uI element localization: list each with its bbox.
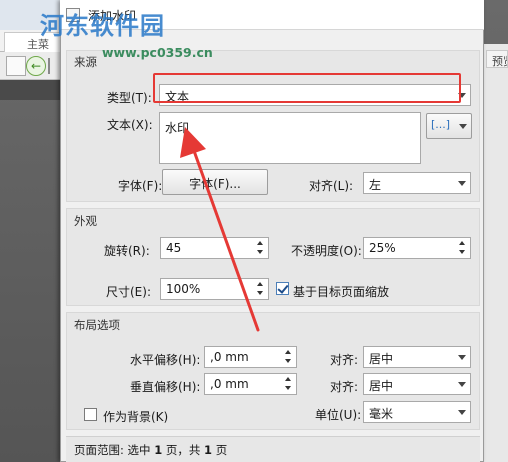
site-watermark-url: www.pc0359.cn: [102, 45, 213, 60]
site-watermark: 河东软件园 www.pc0359.cn: [40, 6, 213, 66]
site-watermark-name: 河东软件园: [40, 12, 165, 40]
arrow-head: [180, 127, 206, 158]
annotation-arrow: [180, 127, 260, 332]
arrow-shaft: [191, 146, 260, 332]
